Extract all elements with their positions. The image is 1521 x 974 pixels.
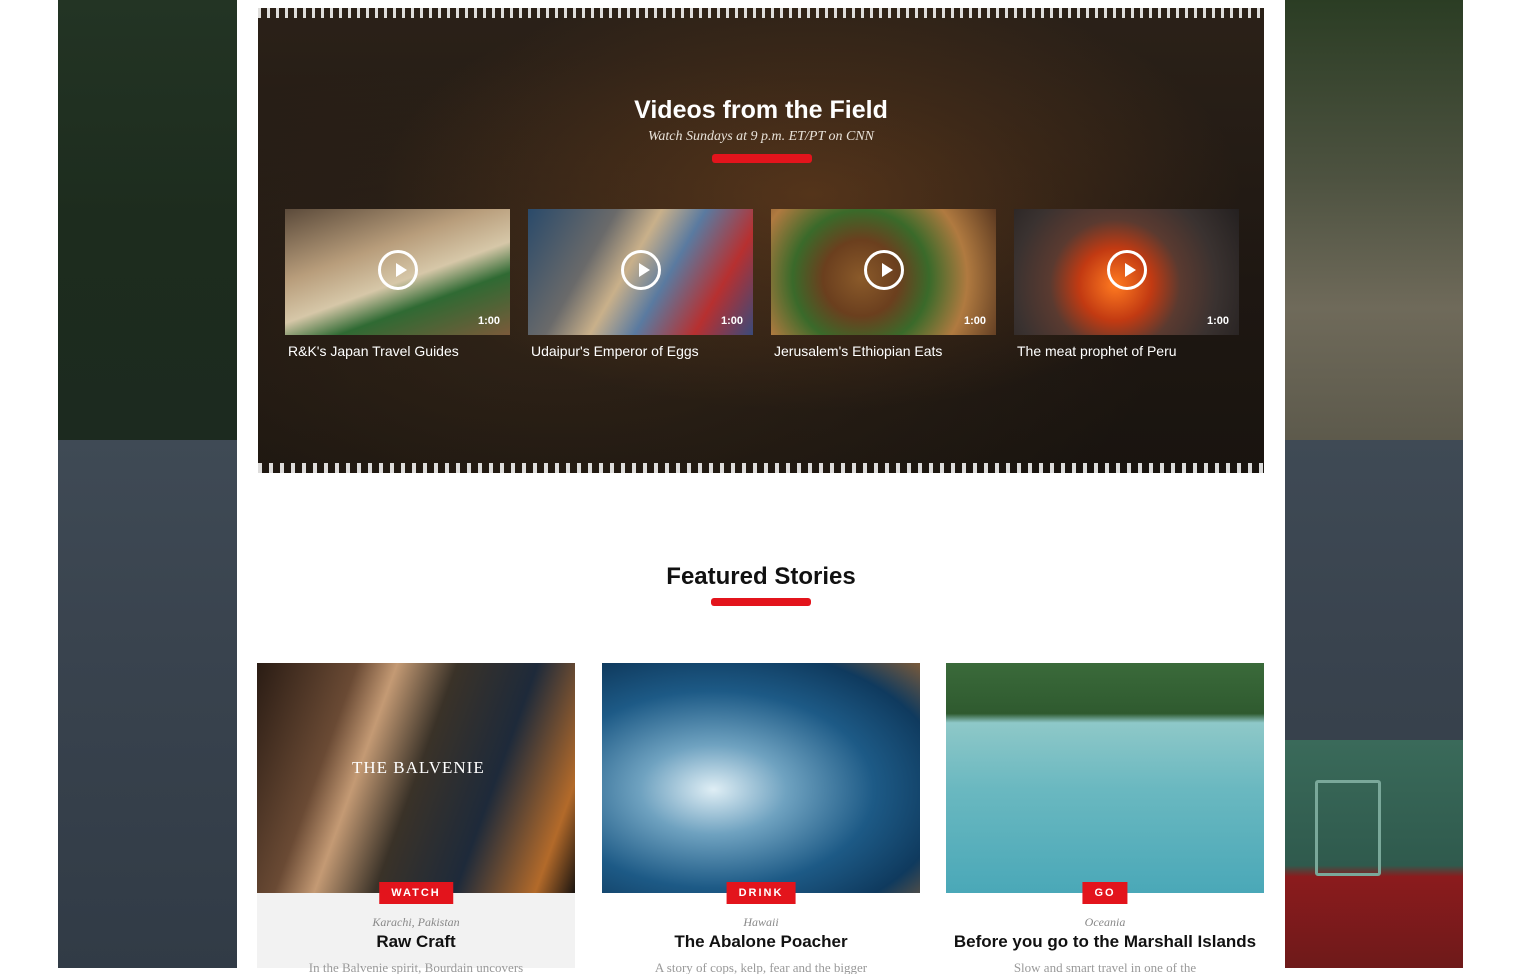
videos-title: Videos from the Field <box>634 96 888 124</box>
story-image[interactable] <box>602 663 920 893</box>
story-description: A story of cops, kelp, fear and the bigg… <box>654 960 868 974</box>
story-location: Karachi, Pakistan <box>372 915 460 929</box>
story-body: GO Oceania Before you go to the Marshall… <box>946 882 1264 974</box>
page-content: Videos from the Field Watch Sundays at 9… <box>237 0 1285 974</box>
video-title[interactable]: Jerusalem's Ethiopian Eats <box>771 343 996 359</box>
video-title[interactable]: Udaipur's Emperor of Eggs <box>528 343 753 359</box>
story-location: Oceania <box>1084 915 1126 929</box>
story-description: Slow and smart travel in one of the <box>1013 960 1197 974</box>
title-underline <box>712 154 812 163</box>
video-title[interactable]: R&K's Japan Travel Guides <box>285 343 510 359</box>
story-body: WATCH Karachi, Pakistan Raw Craft In the… <box>257 882 575 974</box>
category-tag[interactable]: WATCH <box>379 882 453 904</box>
video-duration: 1:00 <box>477 315 500 327</box>
story-location: Hawaii <box>743 915 779 929</box>
story-image[interactable]: THE BALVENIE <box>257 663 575 893</box>
background-boat <box>1285 740 1463 968</box>
play-icon[interactable] <box>863 250 904 290</box>
video-thumbnail[interactable]: 1:00 <box>528 209 753 335</box>
background-forest <box>58 0 258 440</box>
video-thumbnail[interactable]: 1:00 <box>1014 209 1239 335</box>
background-cliff <box>1263 0 1463 440</box>
story-title[interactable]: Raw Craft <box>257 932 575 952</box>
title-underline <box>711 598 811 606</box>
videos-subtitle: Watch Sundays at 9 p.m. ET/PT on CNN <box>648 129 874 144</box>
story-body: DRINK Hawaii The Abalone Poacher A story… <box>602 882 920 974</box>
story-image[interactable] <box>946 663 1264 893</box>
play-icon[interactable] <box>377 250 418 290</box>
story-description: In the Balvenie spirit, Bourdain uncover… <box>308 960 524 974</box>
brand-logo-text: THE BALVENIE <box>352 758 485 777</box>
video-duration: 1:00 <box>720 315 743 327</box>
videos-section: Videos from the Field Watch Sundays at 9… <box>258 8 1264 473</box>
video-card[interactable]: 1:00 Jerusalem's Ethiopian Eats <box>771 209 996 359</box>
video-duration: 1:00 <box>1206 315 1229 327</box>
featured-title: Featured Stories <box>666 563 856 590</box>
play-icon[interactable] <box>1106 250 1147 290</box>
category-tag[interactable]: GO <box>1082 882 1128 904</box>
video-duration: 1:00 <box>963 315 986 327</box>
story-title[interactable]: The Abalone Poacher <box>602 932 920 952</box>
category-tag[interactable]: DRINK <box>726 882 796 904</box>
video-card[interactable]: 1:00 R&K's Japan Travel Guides <box>285 209 510 359</box>
video-card[interactable]: 1:00 The meat prophet of Peru <box>1014 209 1239 359</box>
play-icon[interactable] <box>620 250 661 290</box>
story-card[interactable]: DRINK Hawaii The Abalone Poacher A story… <box>602 663 920 974</box>
story-card[interactable]: GO Oceania Before you go to the Marshall… <box>946 663 1264 974</box>
video-thumbnail[interactable]: 1:00 <box>285 209 510 335</box>
story-title[interactable]: Before you go to the Marshall Islands <box>946 932 1264 952</box>
video-title[interactable]: The meat prophet of Peru <box>1014 343 1239 359</box>
story-card[interactable]: THE BALVENIE WATCH Karachi, Pakistan Raw… <box>257 663 575 974</box>
video-thumbnail[interactable]: 1:00 <box>771 209 996 335</box>
video-card[interactable]: 1:00 Udaipur's Emperor of Eggs <box>528 209 753 359</box>
